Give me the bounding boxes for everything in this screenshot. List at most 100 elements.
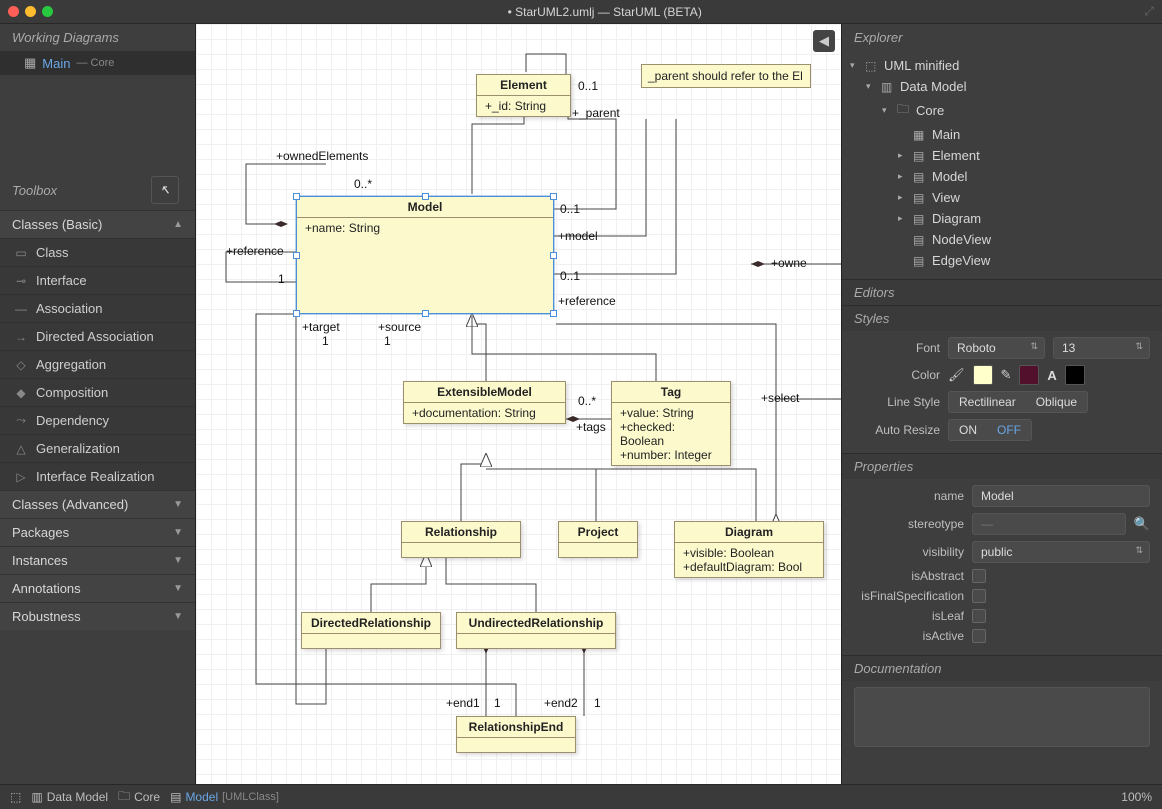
assoc-label: +reference (226, 244, 284, 258)
prop-name-label: name (854, 489, 964, 503)
linestyle-rectilinear[interactable]: Rectilinear (949, 392, 1026, 412)
prop-isleaf-checkbox[interactable] (972, 609, 986, 623)
interface-icon: ⊸ (14, 274, 28, 288)
pointer-tool-icon[interactable]: ↖ (151, 176, 179, 204)
selection-handle[interactable] (550, 193, 557, 200)
autoresize-toggle[interactable]: ON OFF (948, 419, 1032, 441)
tree-item[interactable]: ▦Main (850, 124, 1154, 145)
working-diagram-item[interactable]: ▦ Main — Core (0, 51, 195, 75)
directed-association-icon: → (14, 330, 28, 344)
uml-class-element[interactable]: Element +_id: String (476, 74, 571, 117)
close-window-icon[interactable] (8, 6, 19, 17)
tool-class[interactable]: ▭Class (0, 238, 195, 266)
chevron-updown-icon: ⇅ (1030, 341, 1038, 352)
prop-name-input[interactable]: Model (972, 485, 1150, 507)
toolbox-section-annotations[interactable]: Annotations▼ (0, 574, 195, 602)
tool-interface[interactable]: ⊸Interface (0, 266, 195, 294)
toolbox-section-classes-advanced[interactable]: Classes (Advanced)▼ (0, 490, 195, 518)
cube-icon: ⬚ (865, 59, 879, 73)
class-icon: ▤ (170, 790, 181, 804)
breadcrumb-core[interactable]: 🗀Core (118, 787, 160, 808)
tool-composition[interactable]: ◆Composition (0, 378, 195, 406)
multiplicity-label: 1 (322, 334, 329, 348)
toggle-sidebar-icon[interactable]: ◀ (813, 30, 835, 52)
tree-item[interactable]: ▸▤Element (850, 145, 1154, 166)
uml-class-undirectedrelationship[interactable]: UndirectedRelationship (456, 612, 616, 649)
selection-handle[interactable] (293, 252, 300, 259)
breadcrumb-root[interactable]: ⬚ (10, 790, 21, 804)
text-color-swatch[interactable] (1065, 365, 1085, 385)
multiplicity-label: 1 (494, 696, 501, 710)
tree-item[interactable]: ▾🗀Core (850, 97, 1154, 124)
line-color-swatch[interactable] (1019, 365, 1039, 385)
prop-isfinal-checkbox[interactable] (972, 589, 986, 603)
class-icon: ▤ (913, 191, 927, 205)
uml-class-relationship[interactable]: Relationship (401, 521, 521, 558)
font-family-select[interactable]: Roboto⇅ (948, 337, 1045, 359)
breadcrumb-datamodel[interactable]: ▥Data Model (31, 790, 108, 804)
tree-item[interactable]: ▸▤View (850, 187, 1154, 208)
font-size-select[interactable]: 13⇅ (1053, 337, 1150, 359)
tree-item[interactable]: ▤NodeView (850, 229, 1154, 250)
selection-handle[interactable] (422, 310, 429, 317)
fill-color-swatch[interactable] (973, 365, 993, 385)
pencil-icon[interactable]: ✎ (1001, 367, 1012, 383)
tree-item[interactable]: ▤EdgeView (850, 250, 1154, 271)
toolbox-section-robustness[interactable]: Robustness▼ (0, 602, 195, 630)
left-sidebar: Working Diagrams ▦ Main — Core Toolbox ↖… (0, 24, 195, 784)
selection-handle[interactable] (422, 193, 429, 200)
maximize-window-icon[interactable] (42, 6, 53, 17)
multiplicity-label: 1 (594, 696, 601, 710)
tree-item[interactable]: ▸▤Model (850, 166, 1154, 187)
toolbox-section-classes-basic[interactable]: Classes (Basic) ▲ (0, 210, 195, 238)
tree-item[interactable]: ▾▥Data Model (850, 76, 1154, 97)
tool-aggregation[interactable]: ◇Aggregation (0, 350, 195, 378)
minimize-window-icon[interactable] (25, 6, 36, 17)
uml-class-model[interactable]: Model +name: String (296, 196, 554, 314)
tool-association[interactable]: —Association (0, 294, 195, 322)
selection-handle[interactable] (293, 310, 300, 317)
uml-class-project[interactable]: Project (558, 521, 638, 558)
breadcrumb-model[interactable]: ▤Model[UMLClass] (170, 790, 279, 804)
color-picker-icon[interactable]: 🖌 (948, 367, 965, 383)
prop-isfinal-label: isFinalSpecification (854, 589, 964, 603)
editors-header: Editors (842, 279, 1162, 305)
selection-handle[interactable] (550, 252, 557, 259)
selection-handle[interactable] (550, 310, 557, 317)
tool-generalization[interactable]: △Generalization (0, 434, 195, 462)
text-color-icon[interactable]: A (1047, 368, 1056, 383)
linestyle-oblique[interactable]: Oblique (1026, 392, 1087, 412)
prop-visibility-select[interactable]: public⇅ (972, 541, 1150, 563)
uml-class-tag[interactable]: Tag +value: String +checked: Boolean +nu… (611, 381, 731, 466)
font-label: Font (854, 341, 940, 355)
autoresize-off[interactable]: OFF (987, 420, 1031, 440)
prop-isactive-checkbox[interactable] (972, 629, 986, 643)
diagram-icon: ▦ (913, 128, 927, 142)
caret-right-icon: ▸ (898, 213, 908, 224)
class-icon: ▤ (913, 170, 927, 184)
uml-class-diagram[interactable]: Diagram +visible: Boolean +defaultDiagra… (674, 521, 824, 578)
expand-icon[interactable]: ⤢ (1144, 4, 1154, 19)
tool-directed-association[interactable]: →Directed Association (0, 322, 195, 350)
composition-icon: ◆ (14, 386, 28, 400)
tool-dependency[interactable]: ⤳Dependency (0, 406, 195, 434)
tree-item[interactable]: ▸▤Diagram (850, 208, 1154, 229)
uml-class-extensiblemodel[interactable]: ExtensibleModel +documentation: String (403, 381, 566, 424)
search-icon[interactable]: 🔍 (1134, 516, 1150, 532)
documentation-textarea[interactable] (854, 687, 1150, 747)
prop-stereotype-input[interactable]: — (972, 513, 1126, 535)
tree-item[interactable]: ▾⬚UML minified (850, 55, 1154, 76)
zoom-level[interactable]: 100% (1121, 790, 1152, 804)
uml-note[interactable]: _parent should refer to the El (641, 64, 811, 88)
tool-interface-realization[interactable]: ▷Interface Realization (0, 462, 195, 490)
uml-class-directedrelationship[interactable]: DirectedRelationship (301, 612, 441, 649)
toolbox-section-packages[interactable]: Packages▼ (0, 518, 195, 546)
linestyle-toggle[interactable]: Rectilinear Oblique (948, 391, 1088, 413)
multiplicity-label: 0..* (578, 394, 596, 408)
selection-handle[interactable] (293, 193, 300, 200)
diagram-canvas[interactable]: ◀ (195, 24, 842, 784)
prop-isabstract-checkbox[interactable] (972, 569, 986, 583)
uml-class-relationshipend[interactable]: RelationshipEnd (456, 716, 576, 753)
toolbox-section-instances[interactable]: Instances▼ (0, 546, 195, 574)
autoresize-on[interactable]: ON (949, 420, 987, 440)
